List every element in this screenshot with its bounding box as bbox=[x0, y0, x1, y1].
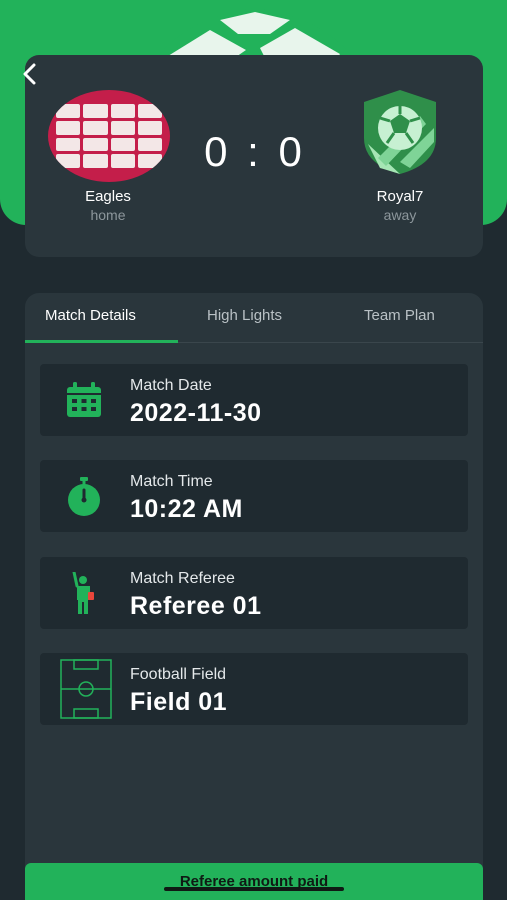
match-time-row: Match Time 10:22 AM bbox=[40, 460, 468, 532]
referee-amount-paid-button[interactable]: Referee amount paid bbox=[25, 863, 483, 900]
chevron-left-icon bbox=[23, 63, 36, 85]
football-field-label: Football Field bbox=[130, 666, 227, 683]
home-team-name: Eagles bbox=[85, 188, 131, 205]
match-referee-value: Referee 01 bbox=[130, 592, 262, 620]
referee-icon bbox=[62, 570, 106, 616]
active-tab-indicator bbox=[25, 340, 178, 343]
away-team-name: Royal7 bbox=[376, 188, 424, 205]
tab-team-plan[interactable]: Team Plan bbox=[364, 307, 435, 324]
home-team-logo bbox=[48, 90, 170, 182]
tab-match-details[interactable]: Match Details bbox=[45, 307, 136, 324]
calendar-icon bbox=[62, 379, 106, 423]
match-date-value: 2022-11-30 bbox=[130, 399, 262, 427]
back-button[interactable] bbox=[16, 60, 44, 88]
football-field-icon bbox=[60, 659, 112, 719]
tab-high-lights[interactable]: High Lights bbox=[207, 307, 282, 324]
away-team-role: away bbox=[383, 207, 417, 223]
match-time-value: 10:22 AM bbox=[130, 495, 243, 523]
football-field-row: Football Field Field 01 bbox=[40, 653, 468, 725]
home-indicator bbox=[164, 887, 344, 891]
tab-bar: Match Details High Lights Team Plan bbox=[25, 293, 483, 343]
match-score: 0 : 0 bbox=[204, 128, 306, 175]
away-team-logo bbox=[360, 88, 440, 176]
match-date-label: Match Date bbox=[130, 377, 212, 394]
match-time-label: Match Time bbox=[130, 473, 213, 490]
football-field-value: Field 01 bbox=[130, 688, 228, 716]
match-referee-row: Match Referee Referee 01 bbox=[40, 557, 468, 629]
match-referee-label: Match Referee bbox=[130, 570, 235, 587]
stopwatch-icon bbox=[62, 475, 106, 519]
home-team-role: home bbox=[90, 207, 126, 223]
match-date-row: Match Date 2022-11-30 bbox=[40, 364, 468, 436]
